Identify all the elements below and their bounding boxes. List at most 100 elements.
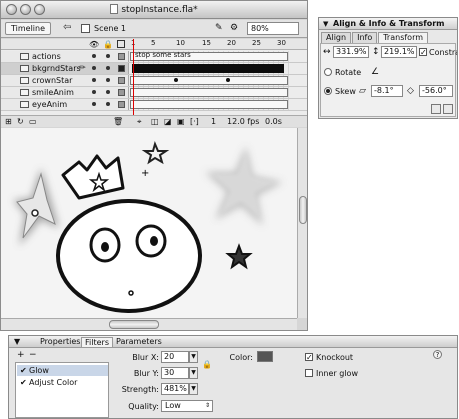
add-filter-icon[interactable]: +: [17, 350, 25, 360]
filter-item-glow[interactable]: ✔ Glow: [17, 365, 108, 376]
skew-vertical-input[interactable]: -56.0°: [419, 85, 453, 97]
lock-dot[interactable]: [106, 54, 110, 58]
layer-header[interactable]: smileAnim: [1, 87, 129, 98]
edit-symbols-icon[interactable]: ✎: [215, 23, 223, 33]
inner-glow-checkbox[interactable]: [305, 369, 313, 377]
layer-header[interactable]: bkgrndStars ✏: [1, 63, 129, 74]
layer-header[interactable]: actions: [1, 51, 129, 62]
height-scale-input[interactable]: 219.1%: [381, 46, 417, 58]
layer-row-smileanim[interactable]: smileAnim: [1, 87, 307, 99]
modify-markers-icon[interactable]: [·]: [190, 117, 199, 126]
panel-titlebar[interactable]: ▼ Align & Info & Transform: [319, 18, 457, 30]
tab-parameters[interactable]: Parameters: [113, 337, 165, 347]
layer-frames[interactable]: [129, 99, 289, 110]
small-star[interactable]: [141, 141, 170, 165]
stage[interactable]: +: [1, 128, 297, 318]
window-titlebar[interactable]: stopInstance.fla*: [1, 1, 307, 19]
vertical-scroll-thumb[interactable]: [299, 196, 307, 224]
blur-x-input[interactable]: 20: [161, 351, 189, 363]
playhead[interactable]: [133, 39, 134, 115]
lock-blur-icon[interactable]: 🔒: [202, 360, 212, 369]
zoom-select[interactable]: 80%: [247, 22, 299, 35]
blur-x-dropdown-icon[interactable]: ▼: [189, 351, 198, 363]
visibility-dot[interactable]: [92, 78, 96, 82]
edit-multiple-frames-icon[interactable]: ▣: [177, 117, 185, 126]
quality-select[interactable]: Low ⇕: [161, 400, 213, 412]
strength-input[interactable]: 481%: [161, 383, 189, 395]
onion-outlines-icon[interactable]: ◪: [164, 117, 172, 126]
help-icon[interactable]: ?: [433, 350, 442, 359]
lock-dot[interactable]: [106, 66, 110, 70]
lock-dot[interactable]: [106, 90, 110, 94]
skew-horizontal-input[interactable]: -8.1°: [371, 85, 403, 97]
reset-transform-icon[interactable]: [443, 104, 453, 114]
back-arrow-icon[interactable]: ⇦: [63, 22, 71, 33]
scene-breadcrumb[interactable]: Scene 1: [94, 24, 126, 33]
tab-align[interactable]: Align: [321, 32, 352, 43]
tab-filters[interactable]: Filters: [81, 337, 113, 347]
blur-y-dropdown-icon[interactable]: ▼: [189, 367, 198, 379]
layer-frames[interactable]: stop some stars: [129, 51, 289, 62]
rotate-radio[interactable]: [324, 68, 332, 76]
copy-and-apply-transform-icon[interactable]: [431, 104, 441, 114]
outline-box[interactable]: [118, 53, 125, 60]
lock-dot[interactable]: [106, 102, 110, 106]
keyframe[interactable]: [174, 78, 178, 82]
center-frame-icon[interactable]: ⌖: [137, 117, 142, 127]
skewed-star-instance[interactable]: [13, 168, 59, 246]
layer-name[interactable]: bkgrndStars: [32, 64, 81, 73]
vertical-scrollbar[interactable]: [297, 128, 307, 318]
visibility-dot[interactable]: [92, 66, 96, 70]
layer-name[interactable]: smileAnim: [32, 88, 74, 97]
skew-radio[interactable]: [324, 87, 332, 95]
outline-all-icon[interactable]: [117, 40, 125, 48]
lock-dot[interactable]: [106, 78, 110, 82]
layer-row-bkgrndstars[interactable]: bkgrndStars ✏: [1, 63, 307, 75]
glow-color-swatch[interactable]: [257, 351, 273, 362]
constrain-checkbox[interactable]: ✓: [419, 48, 427, 57]
insert-folder-icon[interactable]: ▭: [29, 117, 37, 126]
layer-frames[interactable]: [129, 87, 289, 98]
onion-skin-icon[interactable]: ◫: [151, 117, 159, 126]
layer-name[interactable]: actions: [32, 52, 61, 61]
tab-properties[interactable]: Properties: [37, 337, 83, 347]
filter-item-adjust-color[interactable]: ✔ Adjust Color: [17, 377, 108, 388]
collapse-triangle-icon[interactable]: ▼: [323, 20, 328, 28]
filter-enabled-check-icon[interactable]: ✔: [20, 365, 27, 376]
visibility-dot[interactable]: [92, 102, 96, 106]
cartoon-face[interactable]: [56, 154, 202, 313]
dark-star[interactable]: [225, 243, 253, 270]
strength-dropdown-icon[interactable]: ▼: [189, 383, 198, 395]
filter-enabled-check-icon[interactable]: ✔: [20, 377, 27, 388]
layer-frames[interactable]: [129, 63, 289, 74]
outline-box[interactable]: [118, 101, 125, 108]
outline-box[interactable]: [118, 65, 125, 72]
collapse-triangle-icon[interactable]: ▼: [11, 337, 23, 347]
frame-ruler[interactable]: 1 5 10 15 20 25 30: [129, 39, 289, 50]
outline-box[interactable]: [118, 89, 125, 96]
layer-row-eyeanim[interactable]: eyeAnim: [1, 99, 307, 111]
insert-layer-icon[interactable]: ⊞: [5, 117, 12, 126]
outline-box[interactable]: [118, 77, 125, 84]
layer-row-actions[interactable]: actions stop some stars: [1, 51, 307, 63]
blurred-star-symbol[interactable]: [205, 146, 283, 226]
delete-layer-icon[interactable]: 🗑: [113, 117, 123, 126]
timeline-toggle-button[interactable]: Timeline: [5, 22, 52, 35]
blur-y-input[interactable]: 30: [161, 367, 189, 379]
layer-header[interactable]: crownStar: [1, 75, 129, 86]
stage-artwork[interactable]: +: [1, 128, 297, 318]
tab-info[interactable]: Info: [352, 32, 378, 43]
tab-transform[interactable]: Transform: [378, 32, 429, 43]
horizontal-scroll-thumb[interactable]: [109, 320, 159, 329]
layer-name[interactable]: eyeAnim: [32, 100, 67, 109]
visibility-dot[interactable]: [92, 54, 96, 58]
keyframe[interactable]: [226, 78, 230, 82]
add-motion-guide-icon[interactable]: ↻: [17, 117, 24, 126]
layer-name[interactable]: crownStar: [32, 76, 72, 85]
horizontal-scrollbar[interactable]: [1, 318, 297, 330]
edit-scene-icon[interactable]: ⚙: [230, 23, 238, 33]
visibility-dot[interactable]: [92, 90, 96, 94]
lock-all-icon[interactable]: 🔒: [103, 40, 113, 49]
knockout-checkbox[interactable]: ✓: [305, 353, 313, 362]
layer-header[interactable]: eyeAnim: [1, 99, 129, 110]
